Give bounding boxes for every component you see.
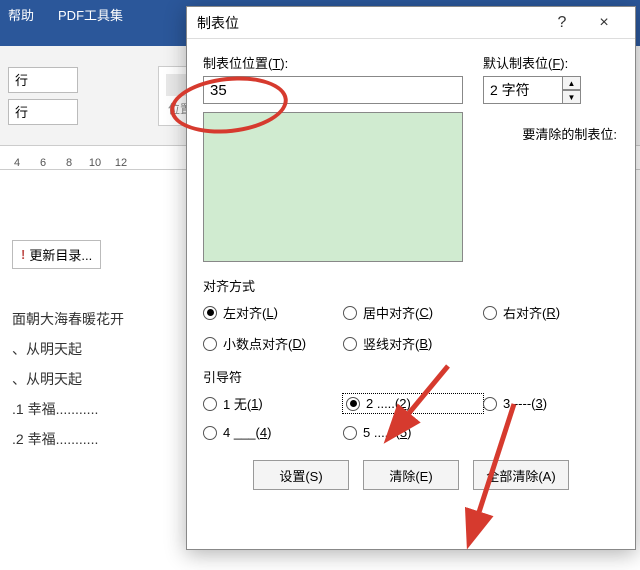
help-button[interactable]: ? bbox=[541, 8, 583, 38]
ruler-mark: 4 bbox=[4, 157, 30, 169]
set-button[interactable]: 设置(S) bbox=[253, 460, 349, 490]
dialog-title: 制表位 bbox=[197, 13, 541, 33]
alignment-section-label: 对齐方式 bbox=[203, 276, 619, 295]
align-bar-radio[interactable]: 竖线对齐(B) bbox=[343, 334, 483, 353]
alignment-radio-group: 左对齐(L) 居中对齐(C) 右对齐(R) 小数点对齐(D) 竖线对齐(B) bbox=[203, 303, 619, 353]
leader-under-radio[interactable]: 4 ___(4) bbox=[203, 425, 343, 440]
ruler-mark: 12 bbox=[108, 157, 134, 169]
leader-ldots-radio[interactable]: 5 ......(5) bbox=[343, 425, 483, 440]
ruler-mark: 8 bbox=[56, 157, 82, 169]
clear-button[interactable]: 清除(E) bbox=[363, 460, 459, 490]
tab-position-input[interactable] bbox=[203, 76, 463, 104]
align-left-radio[interactable]: 左对齐(L) bbox=[203, 303, 343, 322]
spin-down-icon[interactable]: ▼ bbox=[563, 90, 581, 104]
dialog-button-row: 设置(S) 清除(E) 全部清除(A) bbox=[203, 460, 619, 490]
menu-pdf-tools[interactable]: PDF工具集 bbox=[58, 5, 123, 24]
ruler-mark: 6 bbox=[30, 157, 56, 169]
spin-up-icon[interactable]: ▲ bbox=[563, 76, 581, 90]
tabs-dialog: 制表位 ? × 制表位位置(T): 默认制表位(F): 2 字符 ▲ bbox=[186, 6, 636, 550]
ruler-mark: 10 bbox=[82, 157, 108, 169]
clear-all-button[interactable]: 全部清除(A) bbox=[473, 460, 569, 490]
row-dropdown-1[interactable]: 行 bbox=[8, 67, 78, 93]
close-button[interactable]: × bbox=[583, 8, 625, 38]
row-dropdown-2[interactable]: 行 bbox=[8, 99, 78, 125]
update-toc-button[interactable]: ! 更新目录... bbox=[12, 240, 101, 269]
menu-help[interactable]: 帮助 bbox=[8, 5, 34, 24]
align-center-radio[interactable]: 居中对齐(C) bbox=[343, 303, 483, 322]
default-tab-spinner[interactable]: ▲ ▼ bbox=[563, 76, 581, 104]
tab-stops-listbox[interactable] bbox=[203, 112, 463, 262]
leader-none-radio[interactable]: 1 无(1) bbox=[203, 394, 343, 413]
default-tab-label: 默认制表位(F): bbox=[483, 53, 619, 72]
default-tab-value[interactable]: 2 字符 bbox=[483, 76, 563, 104]
leader-radio-group: 1 无(1) 2 .....(2) 3 ----(3) 4 ___(4) 5 .… bbox=[203, 394, 619, 440]
to-clear-label: 要清除的制表位: bbox=[483, 124, 619, 143]
tab-position-label: 制表位位置(T): bbox=[203, 53, 473, 72]
leader-section-label: 引导符 bbox=[203, 367, 619, 386]
leader-dashes-radio[interactable]: 3 ----(3) bbox=[483, 394, 623, 413]
align-decimal-radio[interactable]: 小数点对齐(D) bbox=[203, 334, 343, 353]
align-right-radio[interactable]: 右对齐(R) bbox=[483, 303, 623, 322]
dialog-titlebar[interactable]: 制表位 ? × bbox=[187, 7, 635, 39]
leader-dots-radio[interactable]: 2 .....(2) bbox=[343, 394, 483, 413]
exclaim-icon: ! bbox=[21, 247, 25, 262]
